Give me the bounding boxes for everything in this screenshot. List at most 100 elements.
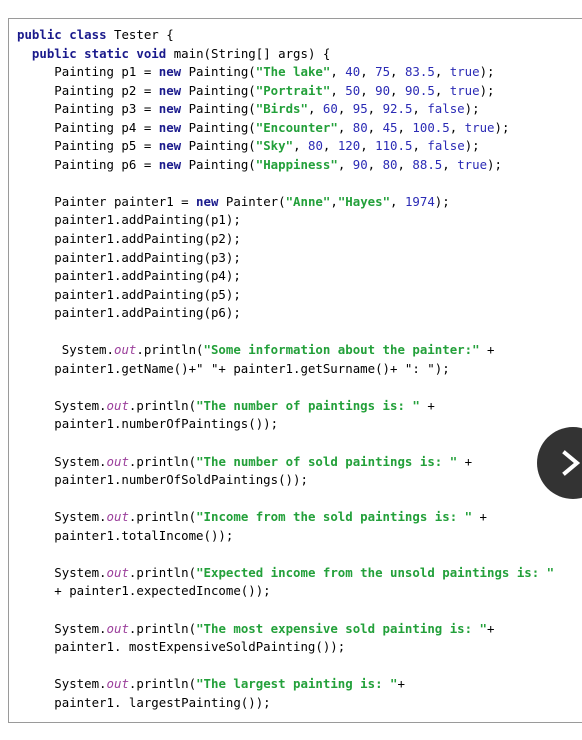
code-token: out (106, 509, 129, 525)
code-token: System. (17, 509, 107, 525)
code-token: static (84, 45, 129, 61)
code-token: new (158, 82, 182, 98)
code-line: System.out.println("The number of sold p… (17, 454, 472, 469)
code-line: painter1.addPainting(p1); (17, 212, 241, 227)
code-line: painter1.addPainting(p4); (17, 268, 241, 283)
code-token: .println( (128, 509, 197, 525)
code-token: , (307, 101, 323, 117)
code-token: 110.5 (375, 138, 413, 154)
code-token: painter1.addPainting(p6); (17, 305, 241, 321)
code-token: , (360, 82, 376, 98)
code-token: public (31, 45, 77, 61)
code-token: , (337, 119, 353, 135)
code-token: Painting( (181, 82, 256, 98)
code-line: + painter1.expectedIncome()); (17, 583, 270, 598)
code-token: , (397, 156, 413, 172)
code-token: ); (479, 64, 495, 80)
code-token: Painting( (181, 64, 256, 80)
code-token: , (360, 138, 376, 154)
code-token: , (390, 64, 405, 80)
code-token: out (106, 564, 129, 580)
code-token: true (464, 119, 495, 135)
code-line: System.out.println("Expected income from… (17, 565, 554, 580)
code-token: .println( (128, 453, 197, 469)
code-token: Painting p2 = (17, 82, 159, 98)
code-token: out (106, 620, 129, 636)
code-line: System.out.println("Some information abo… (17, 342, 495, 358)
code-token: out (113, 342, 137, 358)
code-token: "The number of sold paintings is: " (196, 453, 458, 469)
code-token: 83.5 (404, 64, 435, 80)
code-token: "Birds" (255, 101, 308, 117)
java-source-code: public class Tester { public static void… (9, 19, 582, 722)
code-token: false (427, 101, 465, 117)
code-line: painter1.addPainting(p3); (17, 250, 241, 265)
code-token: , (337, 156, 353, 172)
code-token: 80 (382, 156, 398, 172)
code-line: Painter painter1 = new Painter("Anne","H… (17, 193, 450, 209)
code-token: "The lake" (255, 64, 331, 80)
code-line: painter1. mostExpensiveSoldPainting()); (17, 639, 345, 654)
code-token: + (397, 676, 405, 692)
code-token: "The most expensive sold painting is: " (196, 620, 487, 636)
code-token: , (442, 156, 458, 172)
code-token: out (106, 397, 129, 413)
code-token: "Happiness" (255, 156, 338, 172)
code-token: painter1.totalIncome()); (17, 527, 234, 543)
code-line: System.out.println("The number of painti… (17, 397, 435, 413)
code-token: new (158, 64, 182, 80)
code-line: Painting p2 = new Painting("Portrait", 5… (17, 82, 494, 98)
code-token: main(String[] args) { (166, 45, 331, 61)
code-token: , (360, 64, 376, 80)
code-token: .println( (136, 342, 204, 358)
code-line: painter1.numberOfSoldPaintings()); (17, 472, 308, 487)
code-token: new (158, 119, 182, 135)
code-token: painter1.numberOfSoldPaintings()); (17, 472, 308, 488)
code-token: , (293, 138, 308, 154)
code-token: .println( (128, 397, 197, 413)
code-token: painter1.addPainting(p3); (17, 249, 241, 265)
code-token: , (390, 82, 405, 98)
chevron-right-icon (562, 450, 581, 476)
code-token: , (434, 64, 450, 80)
code-token: out (106, 676, 129, 692)
code-token: painter1.numberOfPaintings()); (17, 416, 279, 432)
code-line: public static void main(String[] args) { (17, 46, 330, 61)
code-token: + (457, 453, 473, 469)
code-token: + (419, 397, 435, 413)
code-line: painter1.addPainting(p5); (17, 287, 241, 302)
code-token: "Hayes" (337, 193, 391, 209)
code-line: System.out.println("The most expensive s… (17, 621, 494, 636)
code-token: , (337, 101, 353, 117)
code-token: 45 (382, 119, 398, 135)
code-token: "Sky" (255, 138, 294, 154)
code-token: , (367, 156, 383, 172)
code-line: painter1.numberOfPaintings()); (17, 416, 278, 431)
code-token: ); (487, 156, 502, 172)
code-token: true (449, 82, 480, 98)
code-token: Painting p3 = (17, 101, 159, 117)
code-token: painter1. mostExpensiveSoldPainting()); (17, 639, 346, 655)
code-token: ); (464, 138, 480, 154)
code-token: 95 (352, 101, 368, 117)
code-token: , (367, 101, 383, 117)
code-token: 80 (352, 119, 368, 135)
code-line: painter1.totalIncome()); (17, 528, 233, 543)
code-token: Painting( (181, 119, 256, 135)
code-token: Painting p4 = (17, 119, 159, 135)
code-token: Painting p1 = (17, 64, 159, 80)
code-token: , (330, 64, 346, 80)
code-token: , (434, 82, 450, 98)
code-line: System.out.println("The largest painting… (17, 676, 405, 691)
code-token: System. (17, 620, 107, 636)
code-token: 88.5 (412, 156, 443, 172)
code-token: .println( (128, 564, 197, 580)
code-token: ); (434, 193, 450, 209)
code-token: 92.5 (382, 101, 413, 117)
code-token: painter1.addPainting(p2); (17, 231, 241, 247)
code-token: System. (17, 342, 114, 358)
code-token: 1974 (404, 193, 435, 209)
code-scroll-area[interactable]: public class Tester { public static void… (9, 19, 582, 722)
code-token: void (136, 45, 167, 61)
code-token: + (479, 342, 495, 358)
